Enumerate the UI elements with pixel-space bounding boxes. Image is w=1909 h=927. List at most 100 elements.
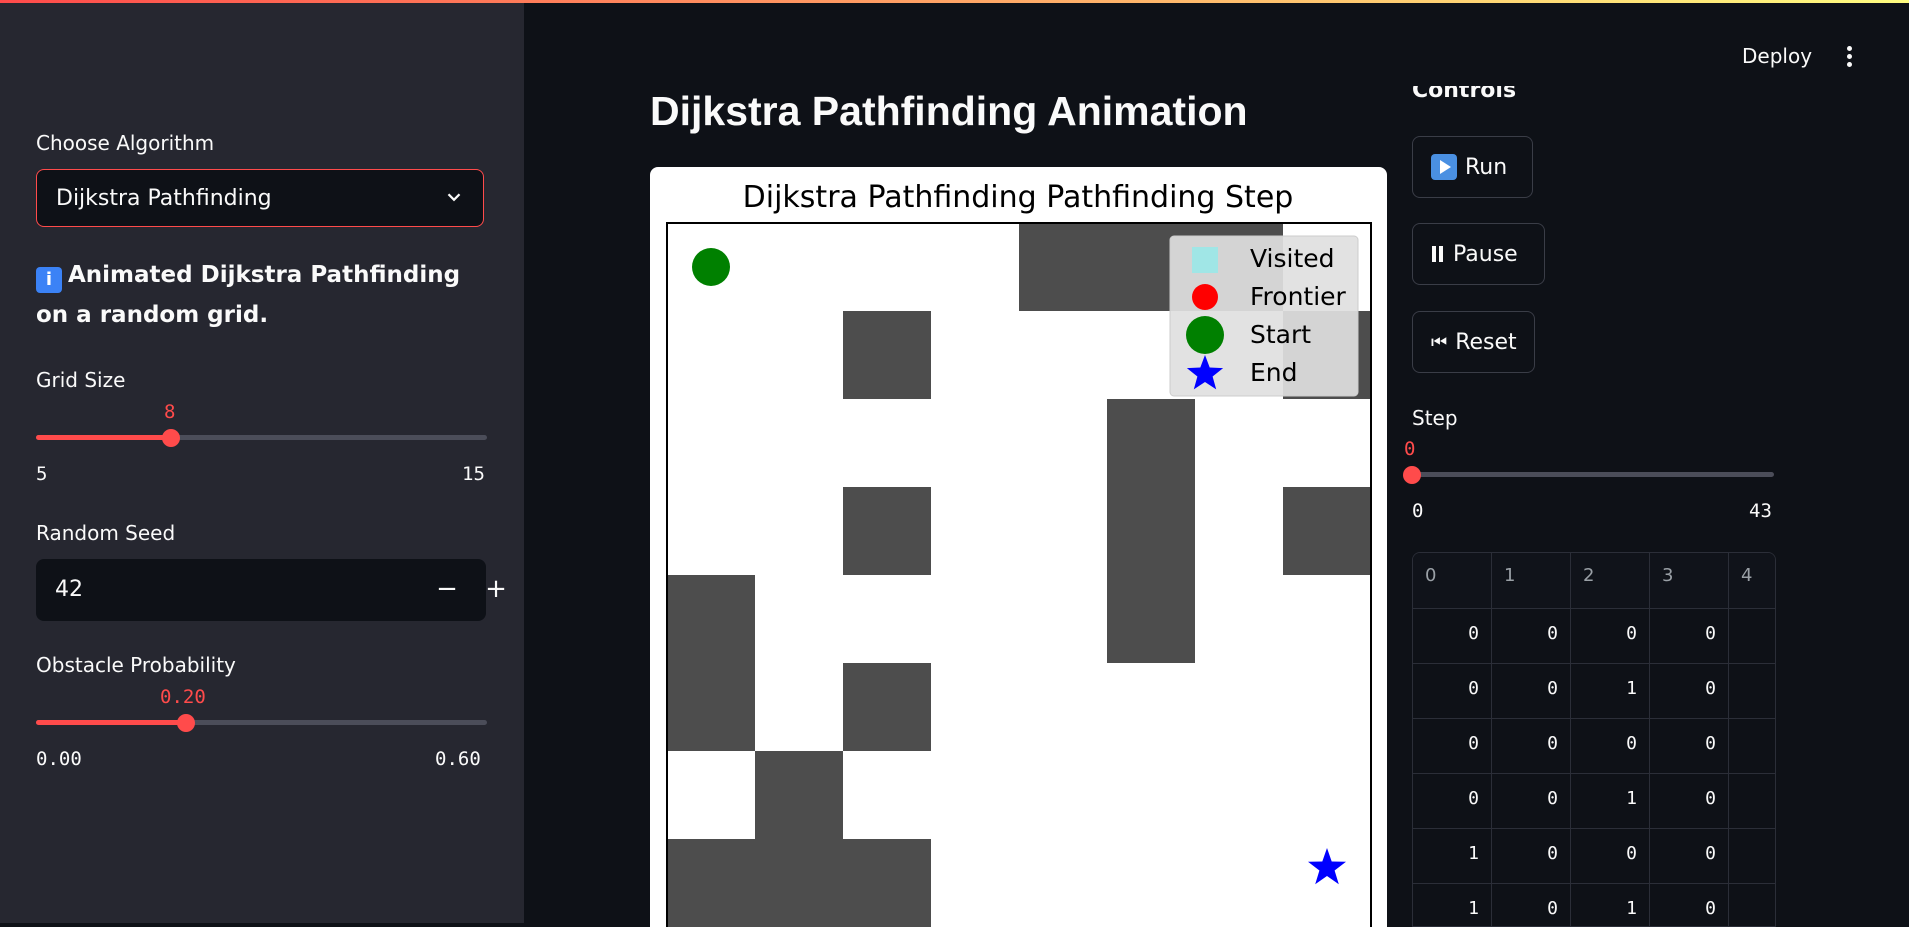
table-cell[interactable]: 0 [1571,719,1650,774]
legend-start-marker [1186,316,1224,354]
table-header-cell[interactable]: 4 [1729,553,1775,609]
seed-number-input[interactable]: 42 − + [36,559,507,621]
table-cell[interactable]: 1 [1413,829,1492,884]
step-min: 0 [1412,500,1424,522]
grid-size-value: 8 [164,401,176,423]
run-button-label: Run [1465,154,1508,180]
table-header-cell[interactable]: 2 [1571,553,1650,609]
table-cell[interactable]: 0 [1413,774,1492,829]
table-header-cell[interactable]: 1 [1492,553,1571,609]
info-text: Animated Dijkstra Pathfinding on a rando… [36,262,461,328]
run-button[interactable]: Run [1412,136,1533,198]
obstacle-min: 0.00 [36,748,82,770]
controls-heading: Controls [1412,78,1517,102]
table-cell[interactable]: 1 [1571,884,1650,926]
obstacle-label: Obstacle Probability [36,653,236,677]
grid-size-slider-thumb[interactable] [162,429,180,447]
obstacle-cell [843,663,931,751]
obstacle-cell [755,751,843,839]
legend-frontier-label: Frontier [1250,282,1347,311]
table-cell[interactable]: 1 [1571,774,1650,829]
pause-button[interactable]: Pause [1412,223,1545,285]
step-value: 0 [1404,438,1416,460]
grid-dataframe[interactable]: 01234000000100000001010001010 [1412,552,1776,927]
grid-size-slider-fill [36,435,171,440]
table-cell[interactable] [1729,664,1775,719]
legend-visited-label: Visited [1250,244,1335,273]
table-cell[interactable]: 0 [1650,609,1729,664]
pause-icon [1431,246,1445,262]
table-cell[interactable]: 0 [1492,609,1571,664]
algorithm-select-value: Dijkstra Pathfinding [56,186,272,211]
table-cell[interactable] [1729,609,1775,664]
legend-frontier-marker [1192,284,1218,310]
table-header-cell[interactable]: 3 [1650,553,1729,609]
table-cell[interactable]: 0 [1650,719,1729,774]
legend-visited-marker [1192,247,1218,273]
legend-end-label: End [1250,358,1298,387]
table-header-cell[interactable]: 0 [1413,553,1492,609]
step-max: 43 [1749,500,1772,522]
chevron-down-icon [447,193,461,202]
start-marker [692,248,730,286]
table-cell[interactable]: 0 [1650,664,1729,719]
obstacle-cell [755,839,843,927]
pathfinding-plot-svg: Dijkstra Pathfinding Pathfinding Step Vi… [666,180,1372,927]
obstacle-cell [843,839,931,927]
seed-decrement-button[interactable]: − [432,575,462,605]
seed-increment-button[interactable]: + [481,575,511,605]
obstacle-cell [667,839,755,927]
table-cell[interactable]: 0 [1492,829,1571,884]
page-title: Dijkstra Pathfinding Animation [650,88,1248,134]
grid-size-max: 15 [462,463,485,485]
table-cell[interactable]: 0 [1413,719,1492,774]
table-cell[interactable]: 0 [1492,884,1571,926]
obstacle-cell [843,311,931,399]
end-marker [1308,848,1346,885]
plot-legend: Visited Frontier Start End [1169,235,1359,397]
table-cell[interactable]: 0 [1650,774,1729,829]
grid-size-label: Grid Size [36,368,126,392]
obstacle-value: 0.20 [160,686,206,708]
table-cell[interactable] [1729,884,1775,926]
obstacle-max: 0.60 [435,748,481,770]
algorithm-select[interactable]: Dijkstra Pathfinding [36,169,484,227]
play-icon [1431,154,1457,180]
reset-button-label: Reset [1455,329,1517,355]
obstacle-cell [667,575,755,663]
table-cell[interactable]: 0 [1492,774,1571,829]
table-cell[interactable] [1729,719,1775,774]
obstacle-cell [1107,575,1195,663]
plot-title: Dijkstra Pathfinding Pathfinding Step [743,180,1294,215]
grid-size-min: 5 [36,463,48,485]
obstacle-cell [667,663,755,751]
obstacle-slider-thumb[interactable] [177,714,195,732]
table-cell[interactable]: 1 [1413,884,1492,926]
obstacle-cell [843,487,931,575]
obstacle-cell [1019,223,1107,311]
obstacle-cell [1107,487,1195,575]
table-cell[interactable]: 0 [1650,884,1729,926]
pathfinding-plot: Dijkstra Pathfinding Pathfinding Step Vi… [650,167,1387,927]
table-cell[interactable]: 0 [1413,664,1492,719]
deploy-button[interactable]: Deploy [1742,44,1812,68]
reset-button[interactable]: ⏮ Reset [1412,311,1535,373]
seed-value: 42 [55,577,83,602]
table-cell[interactable]: 0 [1571,609,1650,664]
table-cell[interactable]: 0 [1413,609,1492,664]
obstacle-cell [1283,487,1371,575]
table-cell[interactable]: 0 [1650,829,1729,884]
step-slider-thumb[interactable] [1403,466,1421,484]
table-cell[interactable]: 0 [1571,829,1650,884]
kebab-menu-icon[interactable] [1840,42,1860,72]
table-cell[interactable]: 0 [1492,664,1571,719]
step-slider-track[interactable] [1412,472,1774,477]
step-label: Step [1412,406,1458,430]
table-cell[interactable] [1729,829,1775,884]
obstacle-cell [1107,399,1195,487]
table-cell[interactable] [1729,774,1775,829]
table-cell[interactable]: 0 [1492,719,1571,774]
algorithm-label: Choose Algorithm [36,131,215,155]
info-message: i Animated Dijkstra Pathfinding on a rand… [36,255,476,335]
table-cell[interactable]: 1 [1571,664,1650,719]
